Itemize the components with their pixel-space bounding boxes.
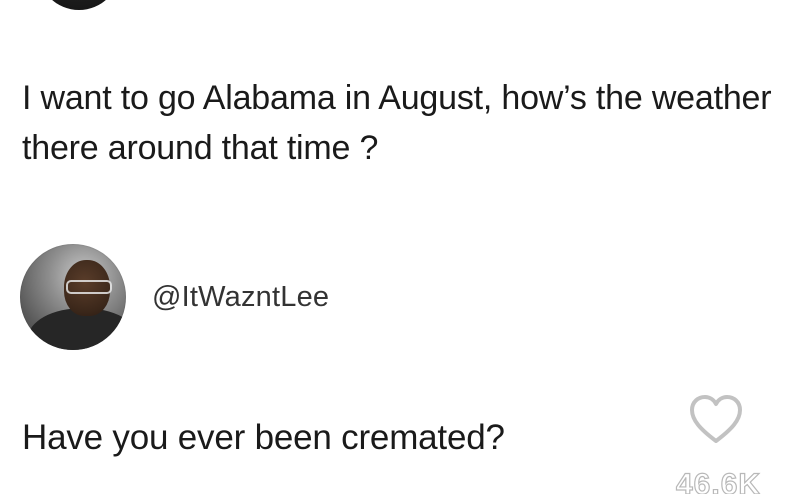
reply-author-handle[interactable]: @ItWazntLee [152,281,329,314]
heart-outline-icon[interactable] [688,394,744,446]
reply-author-avatar[interactable] [20,244,126,350]
original-post-text: I want to go Alabama in August, how’s th… [22,79,772,167]
reply-author-header: @ItWazntLee [20,244,329,350]
original-poster-avatar[interactable] [38,0,120,10]
like-count: 46.6K [675,467,762,494]
avatar-glasses-shape [66,280,112,294]
reply-text: Have you ever been cremated? [22,418,505,457]
